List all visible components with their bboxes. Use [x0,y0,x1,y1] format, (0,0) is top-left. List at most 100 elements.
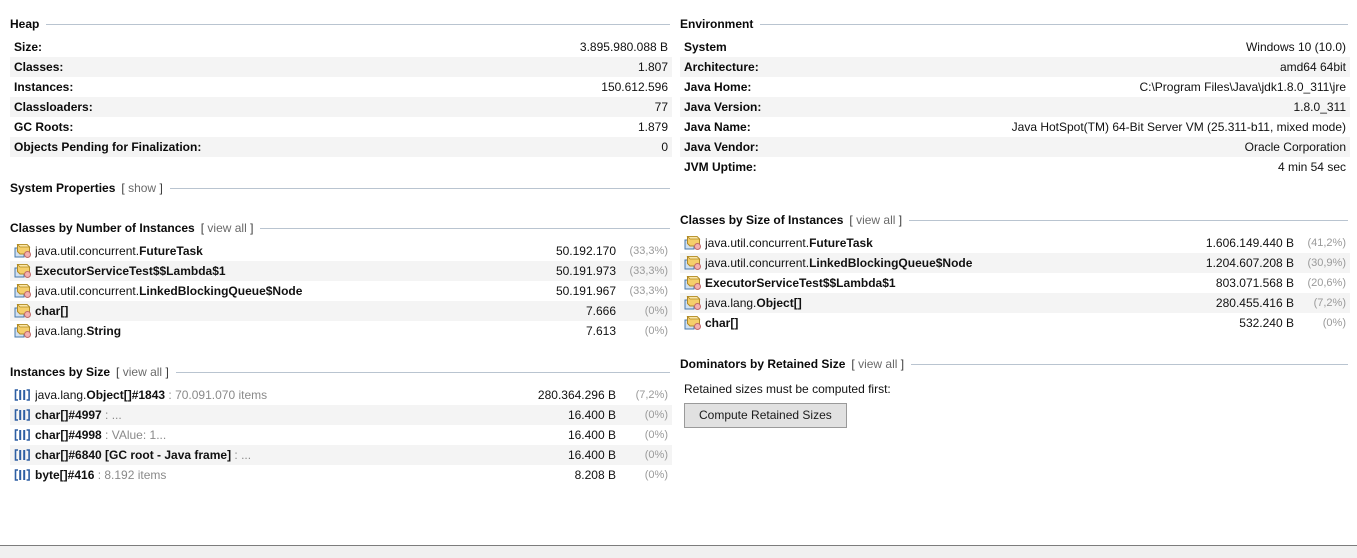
section-rule [260,227,670,229]
simple-name: ExecutorServiceTest$$Lambda$1 [35,264,226,278]
simple-name: char[] [705,316,739,330]
percent-badge: (7,2%) [1313,297,1346,309]
list-item[interactable]: java.util.concurrent.LinkedBlockingQueue… [680,253,1350,273]
row-label: Instances: [14,80,74,94]
percent-badge: (0%) [1322,317,1346,329]
list-item[interactable]: char[]#4998 : VAlue: 1... 16.400 B (0%) [10,425,672,445]
list-item[interactable]: char[]#6840 [GC root - Java frame] : ...… [10,445,672,465]
package-prefix: java.util.concurrent. [705,236,810,250]
array-icon [14,427,32,443]
class-name: java.util.concurrent.FutureTask [705,236,1198,250]
heap-section: Heap Size: 3.895.980.088 B Classes: 1.80… [10,14,672,157]
link-label: view all [122,364,163,379]
system-properties-section-header: System Properties [ show ] [10,178,672,197]
system-properties-section-title: System Properties [10,180,116,195]
list-item[interactable]: java.lang.String 7.613 (0%) [10,321,672,341]
status-bar [0,546,1357,558]
list-item[interactable]: java.lang.Object[] 280.455.416 B (7,2%) [680,293,1350,313]
show-system-properties-link[interactable]: [ show ] [121,181,162,195]
instance-name: char[]#6840 [GC root - Java frame] : ... [35,448,560,462]
instance-size: 16.400 B [567,428,616,442]
table-row: Instances: 150.612.596 [10,77,672,97]
list-item[interactable]: byte[]#416 : 8.192 items 8.208 B (0%) [10,465,672,485]
list-item[interactable]: java.util.concurrent.FutureTask 50.192.1… [10,241,672,261]
package-prefix: java.lang. [705,296,757,310]
array-icon [14,387,32,403]
class-icon [14,243,32,259]
class-size: 280.455.416 B [1215,296,1294,310]
row-value: Windows 10 (10.0) [1245,40,1346,54]
percent-badge: (7,2%) [635,389,668,401]
heap-table: Size: 3.895.980.088 B Classes: 1.807 Ins… [10,37,672,157]
view-all-classes-by-size-link[interactable]: [ view all ] [849,213,902,227]
package-prefix: java.util.concurrent. [35,244,140,258]
table-row: Java Version: 1.8.0_311 [680,97,1350,117]
classes-by-count-list: java.util.concurrent.FutureTask 50.192.1… [10,241,672,341]
row-label: System [684,40,727,54]
row-value: 3.895.980.088 B [579,40,668,54]
row-value: 1.879 [637,120,668,134]
package-prefix: java.lang. [35,388,87,402]
section-rule [175,371,670,373]
percent-badge: (41,2%) [1307,237,1346,249]
bracket-open: [ [121,180,125,195]
list-item[interactable]: char[] 7.666 (0%) [10,301,672,321]
bracket-close: ] [159,180,163,195]
compute-retained-sizes-button[interactable]: Compute Retained Sizes [684,403,847,428]
system-properties-section: System Properties [ show ] [10,178,672,197]
percent-badge: (0%) [644,409,668,421]
list-item[interactable]: java.util.concurrent.FutureTask 1.606.14… [680,233,1350,253]
table-row: Java Home: C:\Program Files\Java\jdk1.8.… [680,77,1350,97]
table-row: System Windows 10 (10.0) [680,37,1350,57]
percent-badge: (30,9%) [1307,257,1346,269]
array-icon [14,467,32,483]
simple-name: FutureTask [809,236,873,250]
instance-count: 7.613 [585,324,616,338]
instance-size: 8.208 B [574,468,616,482]
simple-name: char[]#4997 [35,408,102,422]
percent-badge: (0%) [644,449,668,461]
list-item[interactable]: ExecutorServiceTest$$Lambda$1 803.071.56… [680,273,1350,293]
list-item[interactable]: java.lang.Object[]#1843 : 70.091.070 ite… [10,385,672,405]
simple-name: Object[]#1843 [86,388,166,402]
instance-size: 16.400 B [567,448,616,462]
row-value: Oracle Corporation [1244,140,1346,154]
list-item[interactable]: ExecutorServiceTest$$Lambda$1 50.191.973… [10,261,672,281]
simple-name: char[]#4998 [35,428,102,442]
package-prefix: java.util.concurrent. [705,256,810,270]
name-suffix: : VAlue: 1... [101,428,167,442]
environment-table: System Windows 10 (10.0) Architecture: a… [680,37,1350,177]
view-all-dominators-link[interactable]: [ view all ] [851,357,904,371]
view-all-classes-by-count-link[interactable]: [ view all ] [201,221,254,235]
list-item[interactable]: char[] 532.240 B (0%) [680,313,1350,333]
environment-section-header: Environment [680,14,1350,33]
class-name: java.util.concurrent.LinkedBlockingQueue… [705,256,1198,270]
environment-section-title: Environment [680,16,754,31]
class-size: 532.240 B [1239,316,1294,330]
bracket-open: [ [851,356,855,371]
left-column: Heap Size: 3.895.980.088 B Classes: 1.80… [0,14,676,485]
list-item[interactable]: java.util.concurrent.LinkedBlockingQueue… [10,281,672,301]
name-suffix: : ... [101,408,122,422]
classes-by-size-section-header: Classes by Size of Instances [ view all … [680,210,1350,229]
row-label: Java Name: [684,120,751,134]
table-row: JVM Uptime: 4 min 54 sec [680,157,1350,177]
section-rule [46,23,670,25]
view-all-instances-by-size-link[interactable]: [ view all ] [116,365,169,379]
percent-badge: (0%) [644,469,668,481]
bracket-close: ] [898,212,903,227]
class-size: 1.606.149.440 B [1205,236,1294,250]
classes-by-count-section: Classes by Number of Instances [ view al… [10,218,672,341]
table-row: Java Name: Java HotSpot(TM) 64-Bit Serve… [680,117,1350,137]
bracket-close: ] [900,356,905,371]
class-icon [14,323,32,339]
row-label: Classes: [14,60,64,74]
simple-name: byte[]#416 [35,468,95,482]
list-item[interactable]: char[]#4997 : ... 16.400 B (0%) [10,405,672,425]
bracket-open: [ [849,212,853,227]
link-label: view all [856,212,896,227]
row-value: 1.807 [637,60,668,74]
row-value: C:\Program Files\Java\jdk1.8.0_311\jre [1139,80,1346,94]
row-value: 77 [654,100,668,114]
